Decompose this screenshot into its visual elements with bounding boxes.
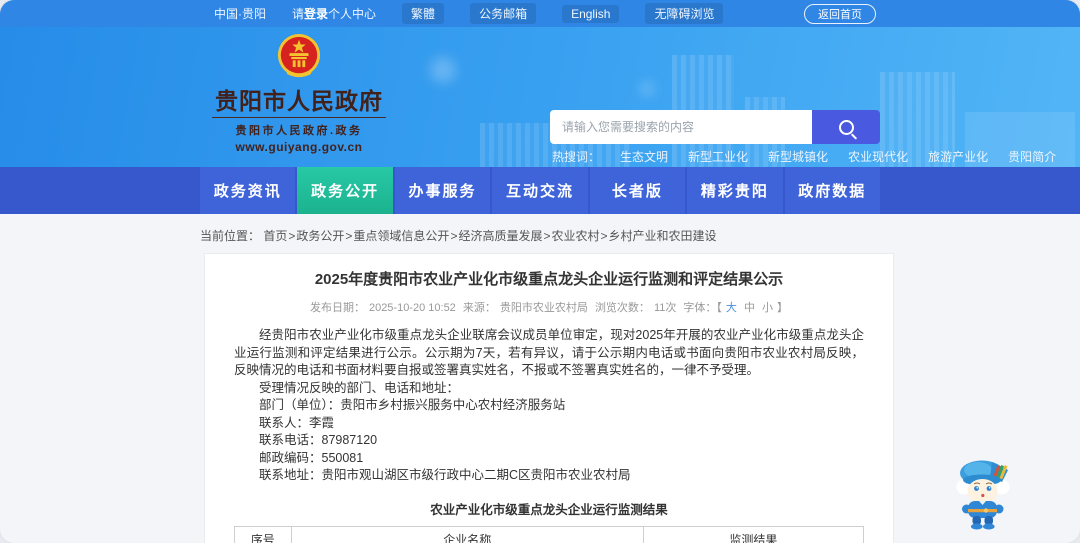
tab-zhengwu-gongkai[interactable]: 政务公开 bbox=[297, 167, 393, 214]
font-size-medium-button[interactable]: 中 bbox=[744, 302, 755, 314]
breadcrumb-separator: > bbox=[450, 229, 458, 243]
return-home-button[interactable]: 返回首页 bbox=[804, 4, 876, 24]
tab-zhengfu-shuju[interactable]: 政府数据 bbox=[784, 167, 880, 214]
hot-word[interactable]: 旅游产业化 bbox=[928, 148, 988, 165]
paragraph-announcement: 经贵阳市农业产业化市级重点龙头企业联席会议成员单位审定，现对2025年开展的农业… bbox=[234, 328, 864, 377]
search-icon bbox=[838, 119, 854, 135]
hot-word[interactable]: 新型城镇化 bbox=[768, 148, 828, 165]
paragraph-department: 部门（单位）：贵阳市乡村振兴服务中心农村经济服务站 bbox=[259, 398, 566, 412]
tab-zhangzhe-ban[interactable]: 长者版 bbox=[589, 167, 686, 214]
breadcrumb-label: 当前位置： bbox=[200, 229, 261, 243]
topbar: 中国·贵阳 请登录个人中心 繁體 公务邮箱 English 无障碍浏览 返回首页 bbox=[0, 0, 1080, 27]
site-title: 贵阳市人民政府 bbox=[215, 88, 383, 114]
login-link[interactable]: 请登录个人中心 bbox=[292, 5, 376, 22]
paragraph-contact-person: 联系人：李霞 bbox=[259, 415, 335, 430]
tab-jingcai-guiyang[interactable]: 精彩贵阳 bbox=[687, 167, 783, 214]
source-label: 来源： bbox=[462, 302, 496, 314]
national-emblem-icon bbox=[277, 34, 321, 78]
breadcrumb-item[interactable]: 政务公开 bbox=[296, 229, 344, 243]
font-size-bracket: 】 bbox=[777, 302, 789, 314]
main-navigation: 政务资讯 政务公开 办事服务 互动交流 长者版 精彩贵阳 政府数据 bbox=[0, 167, 1080, 214]
header-result: 监测结果 bbox=[642, 525, 865, 543]
publish-date: 2025-10-20 10:52 bbox=[368, 302, 456, 314]
views-label: 浏览次数： bbox=[594, 302, 650, 314]
paragraph-address: 联系地址：贵阳市观山湖区市级行政中心二期C区贵阳市农业农村局 bbox=[259, 468, 631, 482]
tab-banshi-fuwu[interactable]: 办事服务 bbox=[394, 167, 491, 214]
breadcrumb-separator: > bbox=[600, 229, 608, 243]
assistant-mascot-icon[interactable] bbox=[952, 454, 1014, 530]
article-title: 2025年度贵阳市农业产业化市级重点龙头企业运行监测和评定结果公示 bbox=[314, 271, 784, 288]
hot-search-words: 热搜词： 生态文明 新型工业化 新型城镇化 农业现代化 旅游产业化 贵阳简介 bbox=[552, 148, 1056, 165]
font-size-label: 字体：【 bbox=[683, 302, 722, 314]
table-header-row: 序号 企业名称 监测结果 bbox=[234, 525, 865, 543]
paragraph-contact-intro: 受理情况反映的部门、电话和地址： bbox=[259, 380, 460, 395]
breadcrumb-home[interactable]: 首页 bbox=[263, 229, 287, 243]
hot-search-label: 热搜词： bbox=[552, 150, 601, 164]
sparkle-decoration bbox=[430, 57, 456, 83]
traditional-chinese-link[interactable]: 繁體 bbox=[402, 3, 445, 24]
page: 中国·贵阳 请登录个人中心 繁體 公务邮箱 English 无障碍浏览 返回首页 bbox=[0, 0, 1080, 543]
login-suffix: 个人中心 bbox=[328, 7, 377, 21]
region-label: 中国·贵阳 bbox=[214, 7, 266, 21]
breadcrumb-item[interactable]: 乡村产业和农田建设 bbox=[609, 229, 717, 243]
search-input[interactable] bbox=[550, 110, 812, 144]
logo-divider bbox=[212, 117, 386, 118]
hot-word[interactable]: 农业现代化 bbox=[848, 148, 908, 165]
login-strong[interactable]: 登录 bbox=[304, 7, 328, 21]
breadcrumb-separator: > bbox=[543, 229, 551, 243]
hot-word[interactable]: 新型工业化 bbox=[688, 148, 748, 165]
site-subtitle: 贵阳市人民政府.政务 bbox=[235, 125, 363, 137]
header-seq: 序号 bbox=[234, 525, 292, 543]
publish-date-label: 发布日期： bbox=[309, 302, 365, 314]
breadcrumb-item[interactable]: 农业农村 bbox=[551, 229, 599, 243]
search-bar bbox=[550, 110, 880, 144]
paragraph-phone: 联系电话：87987120 bbox=[259, 433, 378, 447]
article-meta: 发布日期： 2025-10-20 10:52 来源： 贵阳市农业农村局 浏览次数： 1… bbox=[234, 299, 864, 315]
hot-word[interactable]: 生态文明 bbox=[620, 148, 668, 165]
source-value: 贵阳市农业农村局 bbox=[499, 302, 588, 314]
login-prefix: 请 bbox=[292, 7, 305, 21]
header-company: 企业名称 bbox=[290, 525, 644, 543]
site-url: www.guiyang.gov.cn bbox=[235, 140, 363, 154]
header-banner: 贵阳市人民政府 贵阳市人民政府.政务 www.guiyang.gov.cn 热搜… bbox=[0, 27, 1080, 167]
monitoring-result-table: 序号 企业名称 监测结果 1 贵州合力超市采购有限公司 合格 2 贵州友禾种业有… bbox=[234, 525, 865, 543]
sparkle-decoration bbox=[640, 82, 654, 96]
search-button[interactable] bbox=[812, 110, 880, 144]
tab-zhengwu-zixun[interactable]: 政务资讯 bbox=[200, 167, 296, 214]
paragraph-postcode: 邮政编码：550081 bbox=[259, 450, 364, 465]
breadcrumb: 当前位置： 首页>政务公开>重点领域信息公开>经济高质量发展>农业农村>乡村产业… bbox=[0, 214, 1080, 253]
table-caption: 农业产业化市级重点龙头企业运行监测结果 bbox=[430, 502, 668, 517]
breadcrumb-separator: > bbox=[345, 229, 353, 243]
breadcrumb-item[interactable]: 重点领域信息公开 bbox=[353, 229, 449, 243]
article-body: 经贵阳市农业产业化市级重点龙头企业联席会议成员单位审定，现对2025年开展的农业… bbox=[234, 327, 864, 485]
site-logo[interactable]: 贵阳市人民政府 贵阳市人民政府.政务 www.guiyang.gov.cn bbox=[210, 32, 388, 154]
hot-word[interactable]: 贵阳简介 bbox=[1008, 148, 1056, 165]
english-link[interactable]: English bbox=[562, 4, 620, 23]
breadcrumb-separator: > bbox=[288, 229, 296, 243]
views-value: 11次 bbox=[653, 302, 677, 314]
breadcrumb-item[interactable]: 经济高质量发展 bbox=[458, 229, 542, 243]
accessibility-link[interactable]: 无障碍浏览 bbox=[645, 3, 724, 24]
tab-hudong-jiaoliu[interactable]: 互动交流 bbox=[492, 167, 588, 214]
official-mail-link[interactable]: 公务邮箱 bbox=[470, 3, 537, 24]
article-card: 2025年度贵阳市农业产业化市级重点龙头企业运行监测和评定结果公示 发布日期： 2… bbox=[204, 253, 894, 543]
font-size-large-button[interactable]: 大 bbox=[726, 302, 737, 314]
font-size-small-button[interactable]: 小 bbox=[762, 302, 773, 314]
